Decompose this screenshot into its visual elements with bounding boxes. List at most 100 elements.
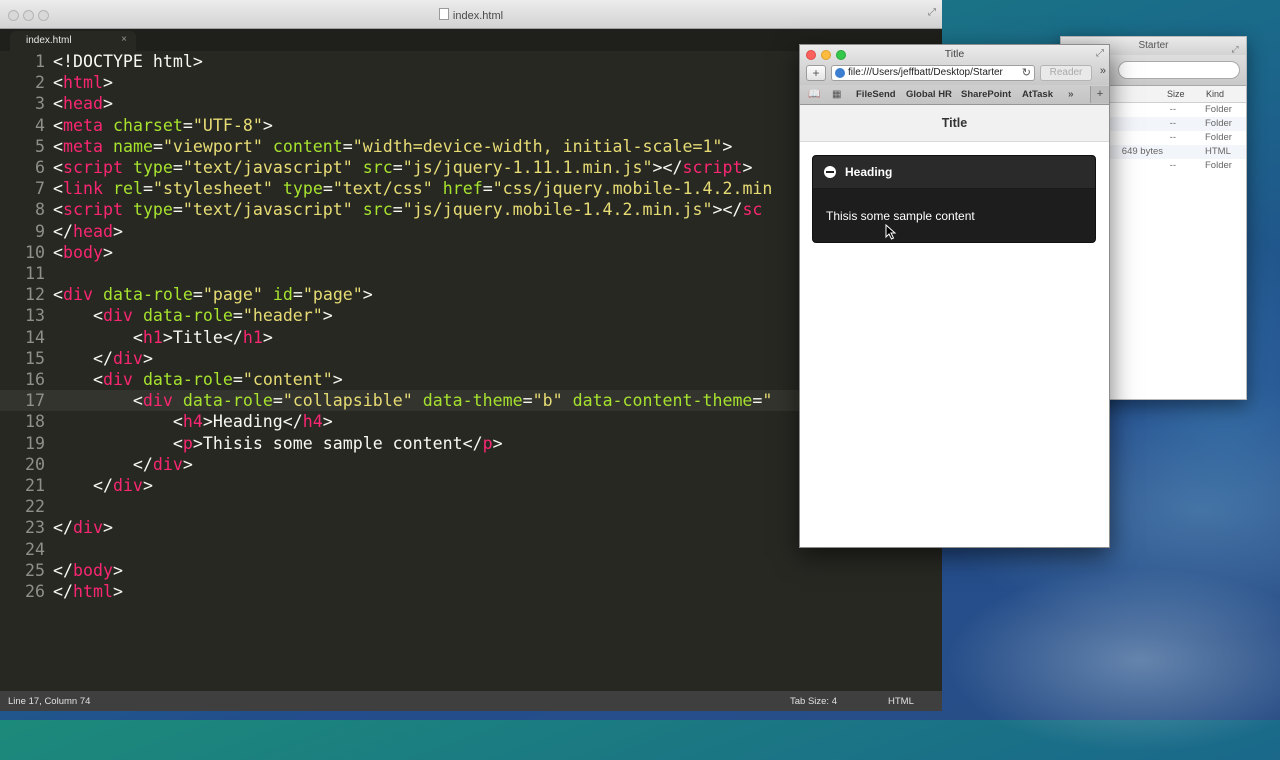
code-token: body xyxy=(63,242,103,262)
code-token: "stylesheet" xyxy=(152,179,273,199)
bookmark-filesend[interactable]: FileSend xyxy=(856,89,896,100)
code-token: data-theme xyxy=(422,391,523,411)
fullscreen-icon[interactable]: ⤢ xyxy=(928,7,936,18)
line-number: 10 xyxy=(25,242,45,262)
code-line[interactable]: <h1>Title</h1> xyxy=(53,327,273,348)
new-tab-button[interactable]: + xyxy=(1090,86,1109,103)
code-token: < xyxy=(53,115,63,135)
code-line[interactable]: </div> xyxy=(53,517,113,538)
code-token: div xyxy=(63,285,93,305)
code-token: = xyxy=(182,115,193,135)
code-line[interactable]: </head> xyxy=(53,221,123,242)
size-column-header[interactable]: Size xyxy=(1167,89,1185,99)
close-tab-icon[interactable]: × xyxy=(121,34,127,45)
finder-search-input[interactable] xyxy=(1118,61,1240,79)
code-token: div xyxy=(152,454,183,474)
code-token: "content" xyxy=(242,370,333,389)
code-line[interactable]: <script type="text/javascript" src="js/j… xyxy=(53,157,752,178)
code-line[interactable]: </html> xyxy=(53,581,123,602)
tab-size-indicator[interactable]: Tab Size: 4 xyxy=(790,696,837,707)
code-line[interactable]: <html> xyxy=(53,72,113,93)
address-bar[interactable]: file:///Users/jeffbatt/Desktop/Starter ↻ xyxy=(831,65,1035,81)
page-header: Title xyxy=(800,105,1109,142)
resize-icon[interactable]: ⤢ xyxy=(1230,40,1240,54)
code-token: < xyxy=(53,136,63,156)
reload-icon[interactable]: ↻ xyxy=(1019,66,1031,79)
code-line[interactable]: <!DOCTYPE html> xyxy=(53,51,203,72)
line-number: 24 xyxy=(25,539,45,559)
bookmarks-bar: 📖 ▦ FileSend Global HR SharePoint AtTask… xyxy=(800,85,1109,105)
syntax-indicator[interactable]: HTML xyxy=(888,696,914,707)
code-line[interactable]: <meta charset="UTF-8"> xyxy=(53,115,273,136)
code-line[interactable]: </div> xyxy=(53,454,193,475)
chevron-right-icon[interactable]: » xyxy=(1068,89,1074,100)
code-line[interactable]: </body> xyxy=(53,560,123,581)
code-token: = xyxy=(272,391,283,411)
code-line[interactable]: <p>Thisis some sample content</p> xyxy=(53,433,503,454)
fullscreen-icon[interactable]: ⤢ xyxy=(1096,45,1104,63)
code-token: = xyxy=(342,136,353,156)
code-token: type xyxy=(132,200,173,220)
close-window-button[interactable] xyxy=(806,50,816,60)
zoom-window-button[interactable] xyxy=(836,50,846,60)
code-token: "page" xyxy=(202,285,263,305)
tab-index-html[interactable]: index.html × xyxy=(10,31,136,51)
code-line[interactable]: <div data-role="page" id="page"> xyxy=(53,284,373,305)
code-line[interactable]: <head> xyxy=(53,93,113,114)
code-line[interactable]: </div> xyxy=(53,475,153,496)
code-token: >Thisis some sample content</ xyxy=(192,433,483,453)
code-line[interactable]: <link rel="stylesheet" type="text/css" h… xyxy=(53,178,772,199)
file-size: -- xyxy=(1169,104,1176,115)
code-token: meta xyxy=(63,136,103,156)
code-token: p xyxy=(182,433,193,453)
code-token: < xyxy=(53,200,63,220)
minimize-window-button[interactable] xyxy=(821,50,831,60)
code-token: = xyxy=(392,158,403,177)
code-line[interactable]: <div data-role="content"> xyxy=(53,369,343,390)
collapsible-content: Thisis some sample content xyxy=(813,209,1095,223)
book-icon[interactable]: 📖 xyxy=(808,89,820,100)
browser-title: Title xyxy=(944,48,965,60)
file-size: -- xyxy=(1169,118,1176,129)
code-token: > xyxy=(102,73,113,93)
chevron-right-icon[interactable]: » xyxy=(1100,65,1106,77)
code-token: >Heading</ xyxy=(202,412,303,432)
code-line[interactable]: <div data-role="collapsible" data-theme=… xyxy=(53,390,773,411)
code-token: href xyxy=(442,179,483,199)
line-number: 1 xyxy=(35,52,45,71)
grid-icon[interactable]: ▦ xyxy=(832,89,841,100)
bookmark-global-hr[interactable]: Global HR xyxy=(906,89,952,100)
add-bookmark-button[interactable]: + xyxy=(806,65,826,81)
code-line[interactable]: <body> xyxy=(53,242,113,263)
collapsible-heading[interactable]: Heading xyxy=(813,156,1095,189)
code-token: "collapsible" xyxy=(282,391,413,411)
code-token: < xyxy=(53,327,143,347)
code-line[interactable]: <div data-role="header"> xyxy=(53,305,333,326)
code-line[interactable]: <script type="text/javascript" src="js/j… xyxy=(53,199,762,220)
code-line[interactable]: <meta name="viewport" content="width=dev… xyxy=(53,136,732,157)
code-token: src xyxy=(362,158,393,177)
code-token: = xyxy=(322,179,333,199)
tab-label: index.html xyxy=(26,35,72,46)
code-token: < xyxy=(53,158,63,177)
code-token: html xyxy=(72,582,113,601)
code-token: "js/jquery.mobile-1.4.2.min.js" xyxy=(402,200,713,220)
kind-column-header[interactable]: Kind xyxy=(1206,89,1224,99)
code-line[interactable]: </div> xyxy=(53,348,153,369)
reader-button[interactable]: Reader xyxy=(1040,65,1092,81)
code-token: = xyxy=(232,306,243,326)
code-token: h4 xyxy=(182,412,203,432)
code-token: data-role xyxy=(102,285,193,305)
code-line[interactable]: <h4>Heading</h4> xyxy=(53,411,333,432)
code-token: </ xyxy=(53,518,73,538)
code-token: div xyxy=(72,518,103,538)
code-token: = xyxy=(232,370,243,389)
bookmark-sharepoint[interactable]: SharePoint xyxy=(961,89,1011,100)
bookmark-attask[interactable]: AtTask xyxy=(1022,89,1053,100)
